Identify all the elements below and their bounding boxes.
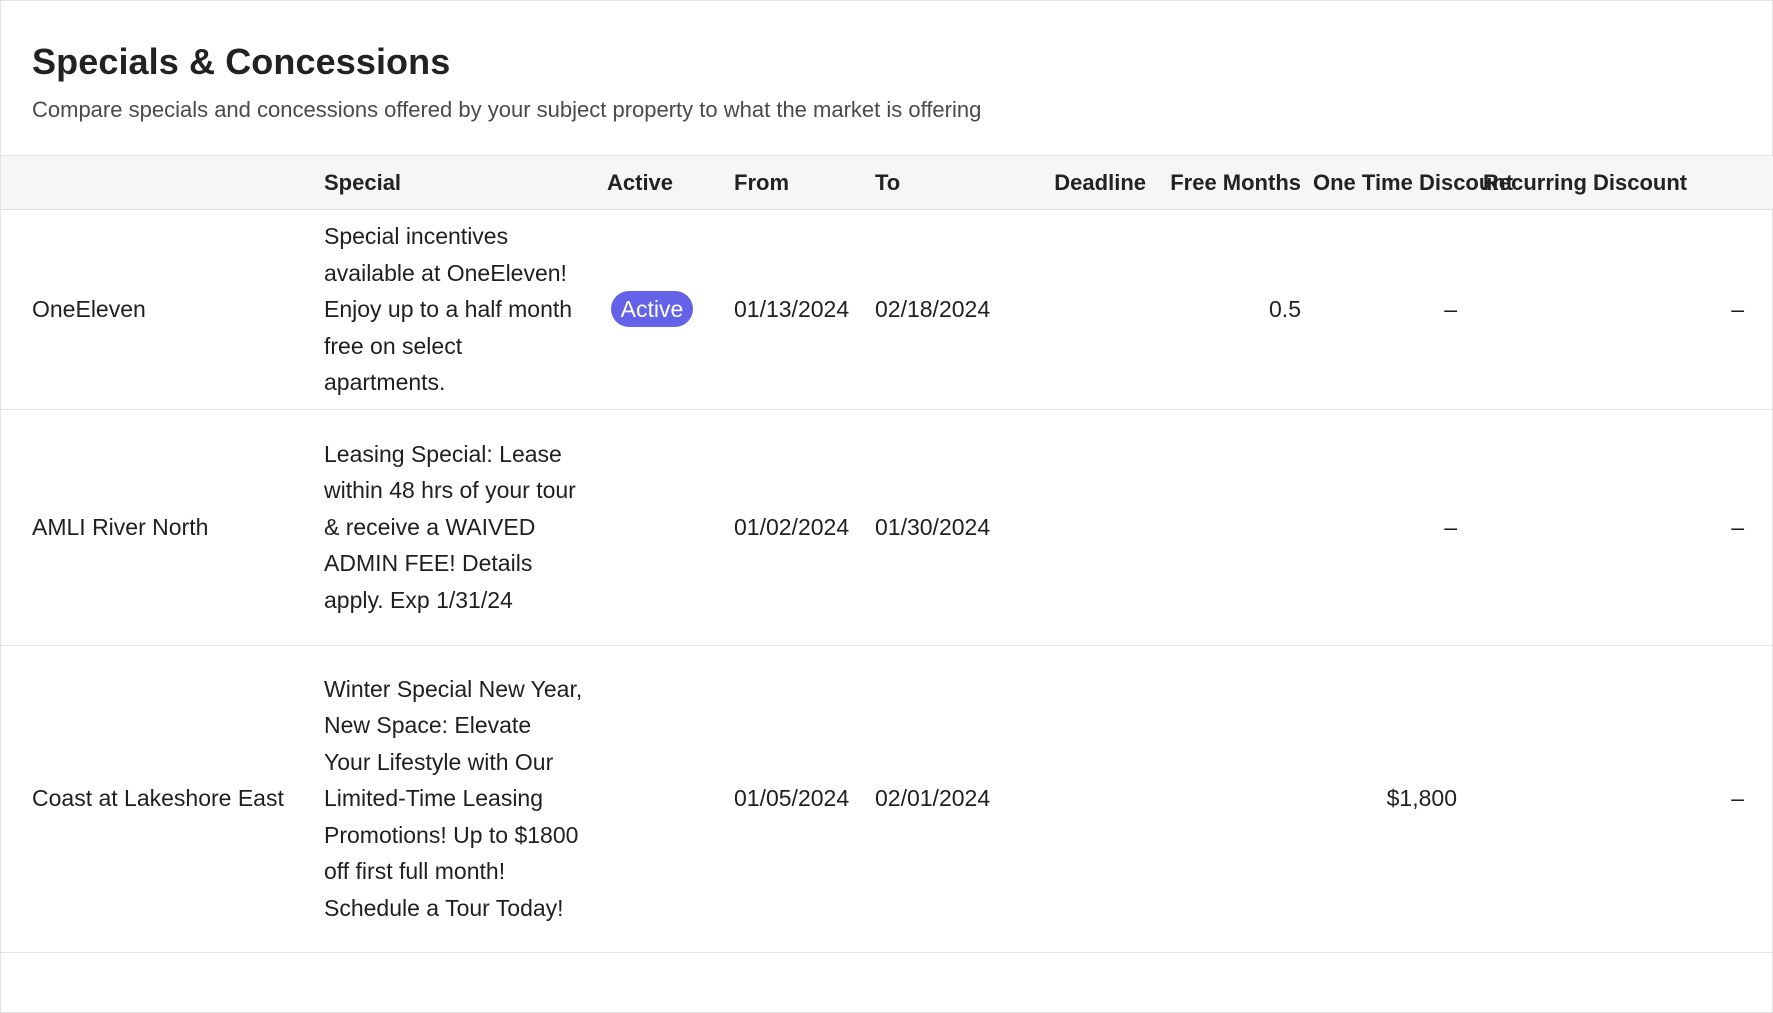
one-time-discount-value: – [1444,513,1457,540]
column-header-active[interactable]: Active [593,156,711,210]
to-date: 02/18/2024 [875,295,991,322]
free-months-value [1158,645,1313,952]
table-row[interactable]: OneEleven Special incentives available a… [1,210,1773,410]
recurring-discount-value: – [1731,513,1744,540]
active-cell [593,409,711,645]
column-header-special[interactable]: Special [293,156,593,210]
active-cell: Active [593,210,711,410]
table-header-row: Special Active From To Deadline Free Mon… [1,155,1773,210]
deadline-value [1031,645,1158,952]
table-row[interactable]: Coast at Lakeshore East Winter Special N… [1,645,1773,952]
column-header-property[interactable] [1,156,293,210]
deadline-value [1031,409,1158,645]
active-status-badge: Active [610,291,694,328]
recurring-discount-value: – [1731,785,1744,811]
column-header-recurring-discount[interactable]: Recurring Discount [1469,156,1773,210]
deadline-value [1031,210,1158,410]
from-date: 01/05/2024 [734,785,850,811]
page-title: Specials & Concessions [32,41,451,82]
special-description: Special incentives available at OneEleve… [324,223,573,395]
free-months-value: 0.5 [1269,295,1301,322]
page-subtitle: Compare specials and concessions offered… [32,97,982,122]
from-date: 01/13/2024 [734,295,850,322]
special-description: Leasing Special: Lease within 48 hrs of … [324,440,576,613]
property-name: Coast at Lakeshore East [32,785,284,811]
table-row[interactable]: AMLI River North Leasing Special: Lease … [1,409,1773,645]
column-header-from[interactable]: From [711,156,871,210]
column-header-one-time-discount[interactable]: One Time Discount [1313,156,1513,210]
recurring-discount-value: – [1731,295,1744,322]
specials-concessions-card: Specials & Concessions Compare specials … [0,0,1773,1013]
column-header-deadline[interactable]: Deadline [1031,156,1158,210]
free-months-value [1158,409,1313,645]
card-header: Specials & Concessions Compare specials … [1,1,1772,155]
one-time-discount-value: $1,800 [1386,785,1457,811]
from-date: 01/02/2024 [734,513,850,540]
table-body: OneEleven Special incentives available a… [1,210,1773,952]
property-name: OneEleven [32,295,146,322]
to-date: 01/30/2024 [875,513,991,540]
column-header-to[interactable]: To [871,156,1031,210]
one-time-discount-value: – [1444,295,1457,322]
table-header: Special Active From To Deadline Free Mon… [1,155,1773,210]
to-date: 02/01/2024 [875,785,991,811]
column-header-free-months[interactable]: Free Months [1158,156,1313,210]
specials-table: Special Active From To Deadline Free Mon… [1,155,1773,953]
special-description: Winter Special New Year, New Space: Elev… [324,675,583,921]
active-cell [593,645,711,952]
property-name: AMLI River North [32,513,209,540]
